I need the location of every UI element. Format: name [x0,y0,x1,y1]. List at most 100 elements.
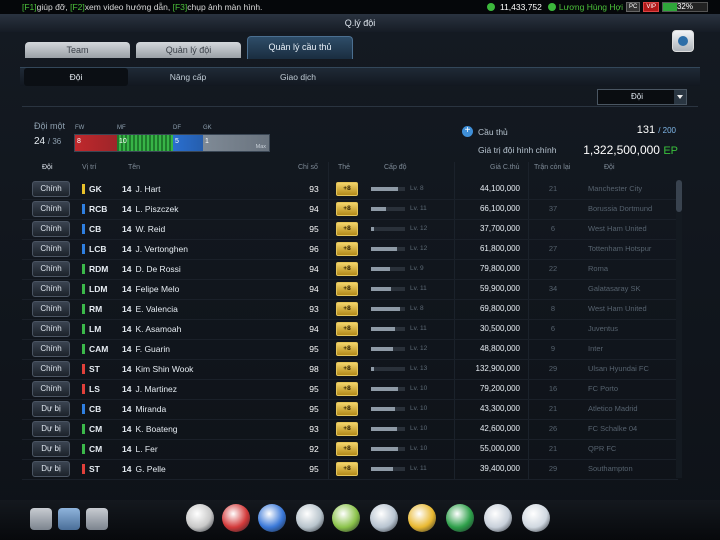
col-team[interactable]: Đội [604,164,615,171]
vip-badge: VIP [643,2,659,12]
document-icon[interactable] [58,508,80,530]
subtab-trade[interactable]: Giao dịch [248,68,348,86]
player-team: Roma [588,264,609,273]
player-value: 69,800,000 [479,304,520,313]
squad-count-total: / 36 [47,137,62,146]
lifebuoy-icon[interactable] [222,504,250,532]
tab-team[interactable]: Team [25,42,130,58]
squad-filter-dropdown[interactable]: Đội [597,89,687,105]
lineup-status-button[interactable]: Chính [32,181,70,197]
player-rating: 95 [309,344,319,354]
table-row[interactable]: Chính RCB 14 L. Piszczek 94 +8 Lv. 11 66,100,00… [22,199,678,220]
notebook-icon[interactable] [370,504,398,532]
games-left: 37 [548,204,558,213]
player-season: 14 [122,224,132,234]
team-value-amount: 1,322,500,000 [583,143,660,157]
lineup-status-button[interactable]: Chính [32,281,70,297]
lineup-status-button[interactable]: Chính [32,301,70,317]
table-row[interactable]: Dự bị CB 14 Miranda 95 +8 Lv. 10 43,300,000 21 At… [22,399,678,420]
table-row[interactable]: Chính CB 14 W. Reid 95 +8 Lv. 12 37,700,000 6 Wes… [22,219,678,240]
level-progress-fill [371,467,394,471]
col-games-left[interactable]: Trận còn lại [534,164,570,171]
player-level: Lv. 12 [410,225,428,232]
table-row[interactable]: Chính LCB 14 J. Vertonghen 96 +8 Lv. 12 61,800,… [22,239,678,260]
col-status[interactable]: Đội [42,164,53,171]
lineup-status-button[interactable]: Dự bị [32,421,70,437]
table-row[interactable]: Chính LS 14 J. Martinez 95 +8 Lv. 10 79,200,000… [22,379,678,400]
scrollbar-thumb[interactable] [676,180,682,212]
player-position: LS [82,384,100,394]
player-season: 14 [122,264,132,274]
lineup-status-button[interactable]: Chính [32,341,70,357]
games-left: 26 [548,424,558,433]
squad-label: Đội một [34,121,66,131]
shopping-cart-icon[interactable] [522,504,550,532]
table-row[interactable]: Chính CAM 14 F. Guarin 95 +8 Lv. 12 48,800,000 9… [22,339,678,360]
lineup-status-button[interactable]: Chính [32,241,70,257]
segment-count: 1 [205,138,209,145]
player-value: 37,700,000 [479,224,520,233]
lineup-status-button[interactable]: Chính [32,221,70,237]
pyramid-icon[interactable] [332,504,360,532]
col-level[interactable]: Cấp độ [384,164,407,171]
player-table-header: Đội Vị trí Tên Chỉ số Thẻ Cấp độ Giá C.t… [22,162,678,176]
eject-button[interactable] [672,30,694,52]
col-rating[interactable]: Chỉ số [298,164,318,171]
col-name[interactable]: Tên [128,164,140,171]
contract-icon[interactable] [186,504,214,532]
player-position: CB [82,404,101,414]
table-row[interactable]: Dự bị CM 14 K. Boateng 93 +8 Lv. 10 42,600,000 2… [22,419,678,440]
table-row[interactable]: Chính ST 14 Kim Shin Wook 98 +8 Lv. 13 132,900,… [22,359,678,380]
col-card[interactable]: Thẻ [338,164,350,171]
table-row[interactable]: Dự bị ST 14 G. Pelle 95 +8 Lv. 11 39,400,000 29 S… [22,459,678,480]
club-icon[interactable] [446,504,474,532]
boots-icon[interactable] [258,504,286,532]
lineup-status-button[interactable]: Chính [32,201,70,217]
table-row[interactable]: Chính GK 14 J. Hart 93 +8 Lv. 8 44,100,000 21 Man… [22,179,678,200]
lineup-status-button[interactable]: Dự bị [32,401,70,417]
filter-selected: Đội [630,92,643,101]
hint-key: [F3] [172,2,188,12]
games-left: 9 [550,344,556,353]
trophy-icon[interactable] [296,504,324,532]
player-position: CB [82,224,101,234]
col-value[interactable]: Giá C.thủ [490,164,520,171]
tab-player-management[interactable]: Quản lý cầu thủ [247,36,353,59]
subtab-upgrade[interactable]: Nâng cấp [138,68,238,86]
position-segment-fw: FW 8 [75,125,117,151]
download-icon[interactable] [30,508,52,530]
upgrade-card-badge: +8 [336,362,358,376]
player-name-cell: 14 D. De Rossi [122,264,181,274]
upgrade-card-badge: +8 [336,302,358,316]
table-row[interactable]: Chính RDM 14 D. De Rossi 94 +8 Lv. 9 79,800,000… [22,259,678,280]
table-row[interactable]: Chính LDM 14 Felipe Melo 94 +8 Lv. 11 59,900,00… [22,279,678,300]
level-progress-bar [371,247,405,251]
level-progress-fill [371,267,390,271]
mail-icon[interactable] [86,508,108,530]
player-rating: 93 [309,304,319,314]
table-row[interactable]: Dự bị CM 14 L. Fer 92 +8 Lv. 10 55,000,000 21 QPR… [22,439,678,460]
add-player-icon[interactable]: + [462,126,473,137]
tab-team-management[interactable]: Quản lý đội [136,42,241,58]
player-table-scrollbar[interactable] [676,180,682,478]
lineup-status-button[interactable]: Chính [32,361,70,377]
hotkey-hint: [F1]giúp đỡ, [F2]xem video hướng dẫn, [F… [22,0,262,14]
col-position[interactable]: Vị trí [82,164,96,171]
lineup-status-button[interactable]: Dự bị [32,441,70,457]
lineup-status-button[interactable]: Chính [32,261,70,277]
lineup-status-button[interactable]: Dự bị [32,461,70,477]
level-progress-bar [371,207,405,211]
level-progress-fill [371,327,395,331]
player-name-cell: 14 W. Reid [122,224,165,234]
table-row[interactable]: Chính RM 14 E. Valencia 93 +8 Lv. 8 69,800,000 8… [22,299,678,320]
lineup-status-button[interactable]: Chính [32,321,70,337]
subtab-squad[interactable]: Đội [24,68,128,86]
games-left: 16 [548,384,558,393]
lineup-status-button[interactable]: Chính [32,381,70,397]
coin-icon[interactable] [408,504,436,532]
table-row[interactable]: Chính LM 14 K. Asamoah 94 +8 Lv. 11 30,500,000 6… [22,319,678,340]
player-season: 14 [122,364,132,374]
card-icon[interactable] [484,504,512,532]
player-level: Lv. 10 [410,445,428,452]
player-value: 61,800,000 [479,244,520,253]
